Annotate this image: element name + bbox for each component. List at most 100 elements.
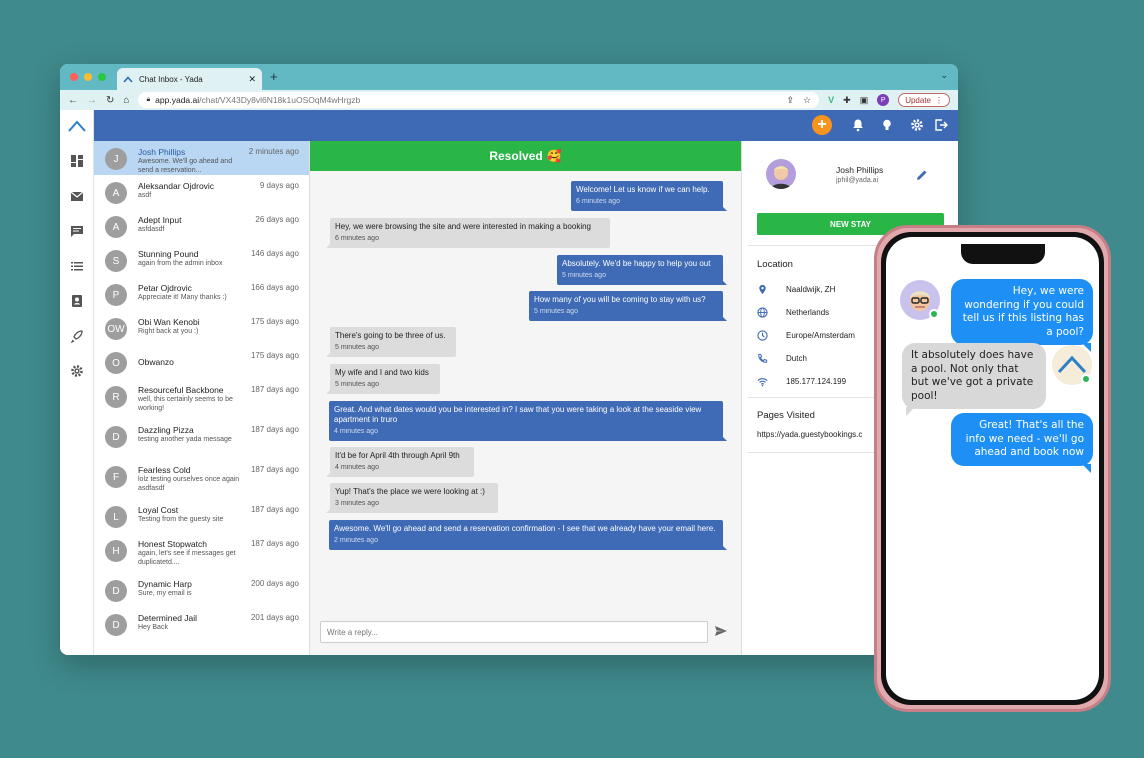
home-icon[interactable]: ⌂ (123, 95, 129, 106)
message-bubble: It'd be for April 4th through April 9th 4… (326, 447, 474, 477)
contact-avatar (766, 159, 796, 189)
message-time: 2 minutes ago (334, 537, 378, 544)
conversation-name: Stunning Pound (138, 249, 199, 259)
settings-icon[interactable] (70, 364, 84, 378)
forward-icon[interactable]: → (87, 95, 97, 106)
add-button[interactable]: + (812, 115, 832, 135)
message-bubble: There's going to be three of us. 5 minute… (326, 327, 456, 357)
conversation-item[interactable]: R Resourceful Backbone well, this certainl… (94, 379, 309, 419)
wifi-icon (757, 377, 768, 386)
conversation-item[interactable]: J Josh Phillips Awesome. We'll go ahead an… (94, 141, 309, 175)
user-portrait-icon (771, 166, 791, 189)
message-time: 4 minutes ago (335, 464, 379, 471)
yada-favicon-icon (123, 75, 133, 83)
conversation-item[interactable]: A Aleksandar Ojdrovic asdf 9 days ago (94, 175, 309, 209)
pages-visited-heading: Pages Visited (757, 410, 815, 421)
avatar: L (105, 506, 127, 528)
message-bubble: Absolutely. We'd be happy to help you ou… (557, 255, 727, 285)
profile-avatar[interactable]: P (877, 94, 890, 106)
status-label: Resolved (489, 149, 543, 163)
yada-logo-icon[interactable] (68, 120, 86, 132)
conversation-preview: Sure, my email is (138, 590, 192, 597)
new-tab-icon[interactable]: + (270, 69, 278, 84)
resolved-banner[interactable]: Resolved 🥰 (310, 141, 741, 171)
visited-page-link[interactable]: https://yada.guestybookings.c (757, 430, 862, 439)
back-icon[interactable]: ← (68, 95, 78, 106)
message-text: Awesome. We'll go ahead and send a reser… (334, 524, 716, 533)
update-button[interactable]: Update ⋮ (898, 93, 950, 107)
edit-pencil-icon[interactable] (916, 169, 928, 181)
gear-icon[interactable] (910, 118, 924, 132)
address-bar[interactable]: 🔒︎ app.yada.ai/chat/VX43Dy8vl6N18k1uOSOq… (138, 92, 820, 108)
lock-icon: 🔒︎ (146, 96, 151, 103)
contacts-icon[interactable] (70, 294, 84, 308)
logout-icon[interactable] (934, 118, 948, 132)
online-indicator (929, 309, 939, 319)
dashboard-icon[interactable] (70, 154, 84, 168)
browser-tab[interactable]: Chat Inbox - Yada ✕ (117, 68, 262, 90)
send-icon[interactable] (714, 625, 728, 637)
conversation-item[interactable]: P Petar Ojdrovic Appreciate it! Many thank… (94, 277, 309, 311)
conversation-name: Resourceful Backbone (138, 385, 224, 395)
conversation-name: Honest Stopwatch (138, 539, 207, 549)
conversation-list: J Josh Phillips Awesome. We'll go ahead an… (94, 141, 310, 655)
bell-icon[interactable] (851, 118, 865, 132)
vue-extension-icon[interactable]: V (828, 95, 834, 105)
mail-icon[interactable] (70, 189, 84, 203)
phone-notch (961, 244, 1045, 264)
tab-title: Chat Inbox - Yada (139, 74, 203, 84)
chat-icon[interactable] (70, 224, 84, 238)
ip-address: 185.177.124.199 (786, 376, 847, 386)
conversation-item[interactable]: D Dynamic Harp Sure, my email is 200 days a… (94, 573, 309, 607)
url-host: app.yada.ai (155, 95, 200, 105)
reload-icon[interactable]: ↻ (106, 95, 114, 106)
share-icon[interactable]: ⇪ (787, 95, 795, 106)
conversation-name: Adept Input (138, 215, 182, 225)
timezone: Europe/Amsterdam (786, 330, 855, 340)
sidepanel-icon[interactable]: ▣ (860, 95, 869, 106)
rocket-icon[interactable] (70, 329, 84, 343)
chevron-down-icon[interactable]: ⌄ (940, 70, 948, 81)
url-path: /chat/VX43Dy8vl6N18k1uOSOqM4wHrgzb (199, 95, 361, 105)
window-controls (70, 73, 106, 81)
list-icon[interactable] (70, 259, 84, 273)
contact-email: jphil@yada.ai (836, 177, 879, 184)
conversation-name: Dazzling Pizza (138, 425, 194, 435)
conversation-item[interactable]: F Fearless Cold lolz testing ourselves onc… (94, 459, 309, 499)
close-tab-icon[interactable]: ✕ (248, 74, 256, 85)
location-city: Naaldwijk, ZH (786, 284, 836, 294)
conversation-item[interactable]: D Dazzling Pizza testing another yada mess… (94, 419, 309, 459)
conversation-preview: asdf (138, 192, 152, 199)
zoom-window-button[interactable] (98, 73, 106, 81)
conversation-item[interactable]: D Determined Jail Hey Back 201 days ago (94, 607, 309, 641)
message-text: Welcome! Let us know if we can help. (576, 185, 710, 194)
reply-input[interactable] (320, 621, 708, 643)
bookmark-star-icon[interactable]: ☆ (803, 95, 811, 106)
conversation-item[interactable]: A Adept Input asfdasdf 26 days ago (94, 209, 309, 243)
close-window-button[interactable] (70, 73, 78, 81)
conversation-name: Josh Phillips (138, 147, 186, 157)
message-text: There's going to be three of us. (335, 331, 446, 340)
globe-icon (757, 306, 768, 318)
conversation-name: Aleksandar Ojdrovic (138, 181, 215, 191)
avatar: OW (105, 318, 127, 340)
conversation-name: Dynamic Harp (138, 579, 192, 589)
conversation-item[interactable]: L Loyal Cost Testing from the guesty site 1… (94, 499, 309, 533)
lightbulb-icon[interactable] (880, 118, 894, 132)
conversation-item[interactable]: H Honest Stopwatch again, let's see if mes… (94, 533, 309, 573)
conversation-preview: Awesome. We'll go ahead and send a reser… (138, 158, 233, 174)
phone-screen: Hey, we were wondering if you could tell… (886, 237, 1099, 700)
message-bubble: Welcome! Let us know if we can help. 6 mi… (571, 181, 727, 211)
conversation-time: 187 days ago (250, 425, 299, 434)
conversation-item[interactable]: OW Obi Wan Kenobi Right back at you :) 175 … (94, 311, 309, 345)
extensions-puzzle-icon[interactable]: ✚ (843, 95, 851, 106)
conversation-item[interactable]: S Stunning Pound again from the admin inbo… (94, 243, 309, 277)
phone-translate-icon (758, 353, 768, 363)
clock-icon (757, 329, 768, 341)
avatar: D (105, 426, 127, 448)
conversation-item[interactable]: O Obwanzo 175 days ago (94, 345, 309, 379)
phone-message-bubble: Hey, we were wondering if you could tell… (951, 279, 1093, 352)
minimize-window-button[interactable] (84, 73, 92, 81)
online-indicator (1081, 374, 1091, 384)
location-heading: Location (757, 259, 793, 270)
